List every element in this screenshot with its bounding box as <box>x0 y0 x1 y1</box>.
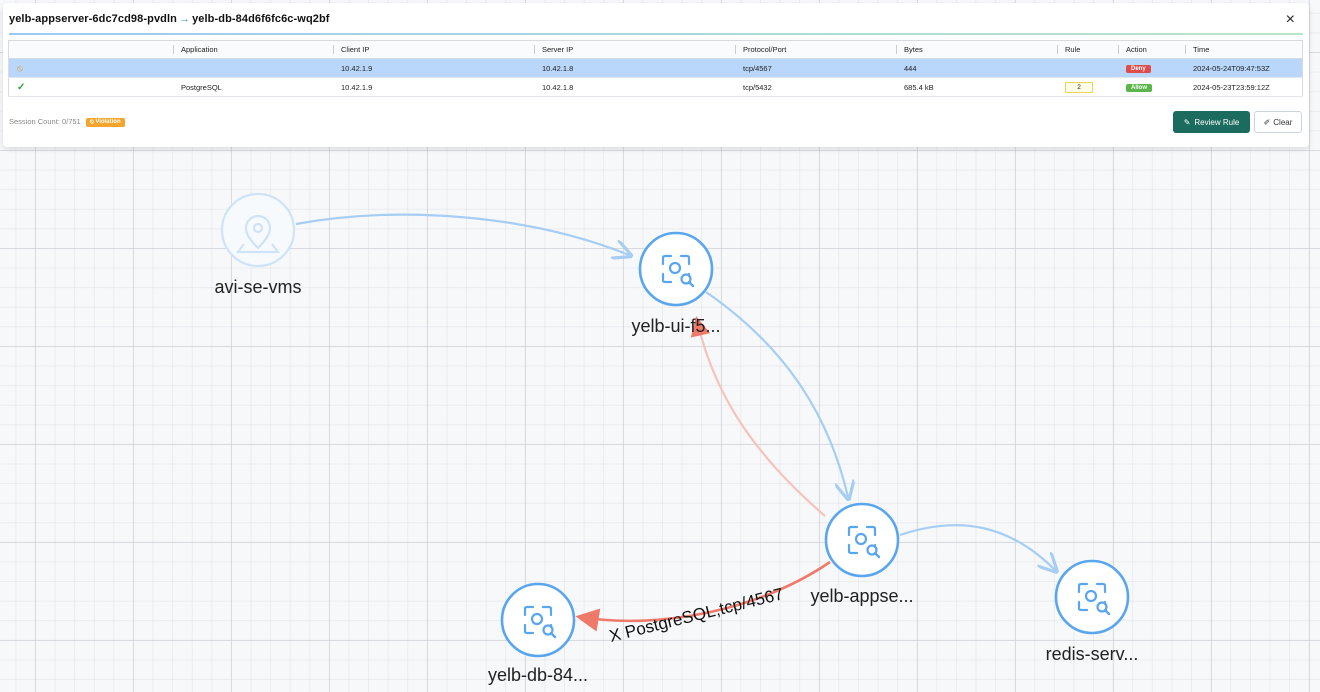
violation-icon: ⦸ <box>89 119 94 125</box>
node-avi-se-vms[interactable]: avi-se-vms <box>214 192 302 297</box>
protocol-port-cell: tcp/4567 <box>735 58 896 78</box>
close-icon[interactable]: × <box>1286 12 1295 28</box>
edge-label-postgresql: X PostgreSQL,tcp/4567 <box>607 584 785 646</box>
allow-badge: Allow <box>1126 84 1152 92</box>
node-label: yelb-appse... <box>810 586 913 606</box>
column-header-client-ip[interactable]: Client IP <box>333 40 534 59</box>
application-cell <box>173 58 333 78</box>
column-header-bytes[interactable]: Bytes <box>896 40 1057 59</box>
violation-label: Violation <box>95 119 121 125</box>
node-yelb-db[interactable]: yelb-db-84... <box>488 582 588 685</box>
violation-badge: ⦸ Violation <box>85 118 125 127</box>
table-row[interactable]: ⦸ 10.42.1.9 10.42.1.8 tcp/4567 444 Deny … <box>8 58 1303 78</box>
rule-link[interactable]: 2 <box>1065 81 1093 93</box>
node-yelb-appserver[interactable]: yelb-appse... <box>810 502 914 606</box>
panel-title: yelb-appserver-6dc7cd98-pvdln → yelb-db-84… <box>9 13 330 25</box>
column-header-server-ip[interactable]: Server IP <box>534 40 735 59</box>
action-cell: Allow <box>1118 77 1185 97</box>
node-redis-server[interactable]: redis-serv... <box>1046 559 1139 664</box>
review-rule-button[interactable]: ✎ Review Rule <box>1173 111 1250 133</box>
session-details-panel: yelb-appserver-6dc7cd98-pvdln → yelb-db-84… <box>3 3 1309 147</box>
client-ip-cell: 10.42.1.9 <box>333 58 534 78</box>
edit-icon: ✎ <box>1183 117 1191 127</box>
deny-icon: ⦸ <box>17 62 23 73</box>
status-cell: ✓ <box>8 77 173 97</box>
column-header-time[interactable]: Time <box>1185 40 1303 59</box>
clear-label: Clear <box>1273 117 1293 127</box>
node-label: avi-se-vms <box>214 277 301 297</box>
destination-workload: yelb-db-84d6f6fc6c-wq2bf <box>192 13 330 25</box>
column-header-application[interactable]: Application <box>173 40 333 59</box>
title-underline <box>9 33 1303 35</box>
node-label: redis-serv... <box>1046 644 1139 664</box>
edge-ui-to-appserver[interactable] <box>705 291 848 497</box>
eraser-icon: ✐ <box>1263 117 1271 127</box>
check-icon: ✓ <box>17 81 26 93</box>
session-count-text: Session Count: 0/751 <box>9 117 81 126</box>
sessions-table: Application Client IP Server IP Protocol… <box>8 40 1303 97</box>
edge-appserver-to-ui-denied[interactable] <box>690 316 826 517</box>
status-cell: ⦸ <box>8 58 173 78</box>
arrow-right-icon: → <box>178 13 191 25</box>
deny-badge: Deny <box>1126 65 1151 73</box>
review-rule-label: Review Rule <box>1194 117 1240 127</box>
column-header-protocol-port[interactable]: Protocol/Port <box>735 40 896 59</box>
node-label: yelb-db-84... <box>488 665 588 685</box>
time-cell: 2024-05-23T23:59:12Z <box>1185 77 1303 97</box>
server-ip-cell: 10.42.1.8 <box>534 58 735 78</box>
protocol-port-cell: tcp/5432 <box>735 77 896 97</box>
rule-cell <box>1057 58 1118 78</box>
application-cell: PostgreSQL <box>173 77 333 97</box>
session-count: Session Count: 0/751 ⦸ Violation <box>9 117 125 127</box>
node-yelb-ui[interactable]: yelb-ui-f5... <box>631 231 721 336</box>
time-cell: 2024-05-24T09:47:53Z <box>1185 58 1303 78</box>
server-ip-cell: 10.42.1.8 <box>534 77 735 97</box>
column-header-action[interactable]: Action <box>1118 40 1185 59</box>
bytes-cell: 444 <box>896 58 1057 78</box>
action-cell: Deny <box>1118 58 1185 78</box>
clear-button[interactable]: ✐ Clear <box>1254 111 1302 133</box>
bytes-cell: 685.4 kB <box>896 77 1057 97</box>
client-ip-cell: 10.42.1.9 <box>333 77 534 97</box>
edge-avi-to-ui[interactable] <box>295 213 629 255</box>
rule-cell: 2 <box>1057 77 1118 97</box>
source-workload: yelb-appserver-6dc7cd98-pvdln <box>9 13 177 25</box>
node-label: yelb-ui-f5... <box>631 316 720 336</box>
column-header-rule[interactable]: Rule <box>1057 40 1118 59</box>
edge-appserver-to-redis[interactable] <box>899 524 1055 570</box>
table-header-row: Application Client IP Server IP Protocol… <box>8 40 1303 59</box>
table-row[interactable]: ✓ PostgreSQL 10.42.1.9 10.42.1.8 tcp/543… <box>8 77 1303 97</box>
column-header-status[interactable] <box>8 40 173 59</box>
